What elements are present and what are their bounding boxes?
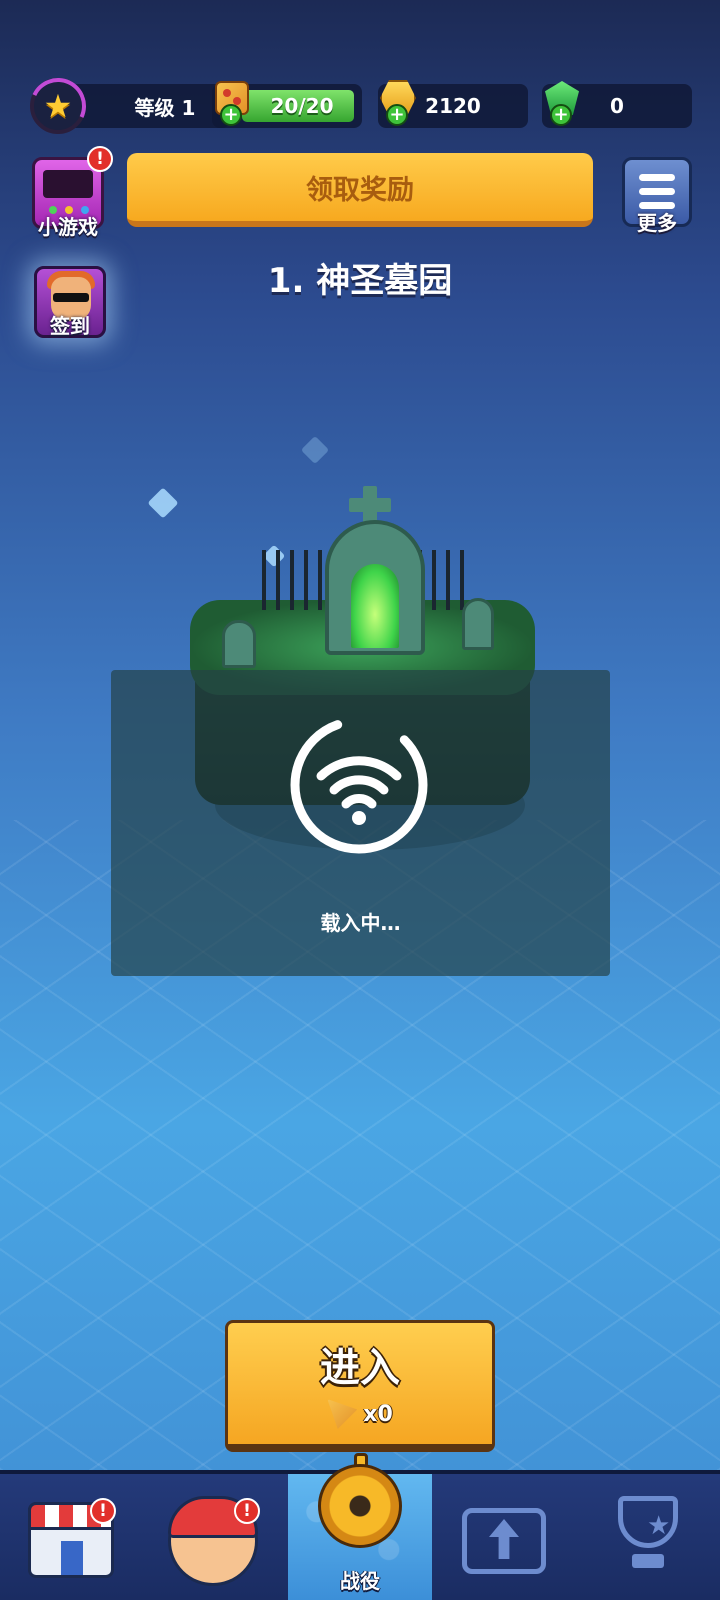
level-label: 等级 1 (134, 95, 196, 120)
minigame-label: 小游戏 (38, 215, 98, 239)
sparkle-icon (300, 435, 330, 465)
coin-value: 2120 (425, 94, 481, 118)
status-bar: 等级 1 ★ 20/20 + 2120 + 0 + (22, 70, 700, 142)
tab-leaderboard[interactable]: ★ (576, 1474, 720, 1600)
enter-label: 进入 (320, 1345, 400, 1391)
coin-icon: + (376, 76, 420, 126)
loading-text: 载入中… (320, 911, 401, 935)
tombstone (222, 620, 256, 668)
enter-cost-value: x0 (363, 1401, 393, 1427)
minigame-alert-badge: ! (87, 146, 113, 172)
tab-heroes[interactable]: ! (144, 1474, 288, 1600)
bottom-nav: ! ! 战役 ★ (0, 1453, 720, 1600)
crosshair-icon (307, 1453, 413, 1559)
arcade-screen (43, 170, 93, 198)
more-button[interactable]: 更多 (622, 157, 692, 235)
fence (262, 550, 332, 610)
pizza-icon (327, 1399, 358, 1429)
campaign-label: 战役 (340, 1569, 380, 1593)
level-progress-ring (22, 70, 94, 142)
enter-cost: x0 (228, 1399, 492, 1429)
loading-overlay: 载入中… (111, 670, 610, 976)
energy-value: 20/20 (270, 94, 334, 118)
enter-button[interactable]: 进入 x0 (225, 1320, 495, 1452)
claim-reward-button[interactable]: 领取奖励 (127, 153, 593, 227)
level-badge[interactable]: ★ (22, 70, 94, 142)
portal-glow (351, 564, 399, 648)
add-gems-icon[interactable]: + (550, 104, 572, 126)
add-energy-icon[interactable]: + (220, 104, 242, 126)
shop-alert-badge: ! (90, 1498, 116, 1524)
upgrade-icon (462, 1508, 546, 1574)
more-label: 更多 (637, 211, 677, 235)
claim-reward-label: 领取奖励 (306, 174, 414, 206)
crypt-arch (325, 520, 425, 655)
wifi-loading-icon (290, 716, 428, 854)
tab-shop[interactable]: ! (0, 1474, 144, 1600)
fence (418, 550, 468, 610)
checkin-label: 签到 (50, 314, 90, 338)
minigame-button[interactable]: ! 小游戏 (32, 146, 113, 239)
gem-value: 0 (610, 94, 624, 118)
add-coins-icon[interactable]: + (386, 104, 408, 126)
menu-icon (639, 174, 675, 181)
hero-alert-badge: ! (234, 1498, 260, 1524)
tombstone (462, 598, 494, 650)
pizza-icon: + (210, 76, 254, 126)
tab-upgrade[interactable] (432, 1474, 576, 1600)
tab-campaign[interactable]: 战役 (288, 1453, 432, 1600)
trophy-icon: ★ (610, 1496, 686, 1576)
stage-title: 1. 神圣墓园 (267, 261, 453, 301)
gem-icon: + (540, 76, 584, 126)
sparkle-icon (147, 487, 179, 519)
